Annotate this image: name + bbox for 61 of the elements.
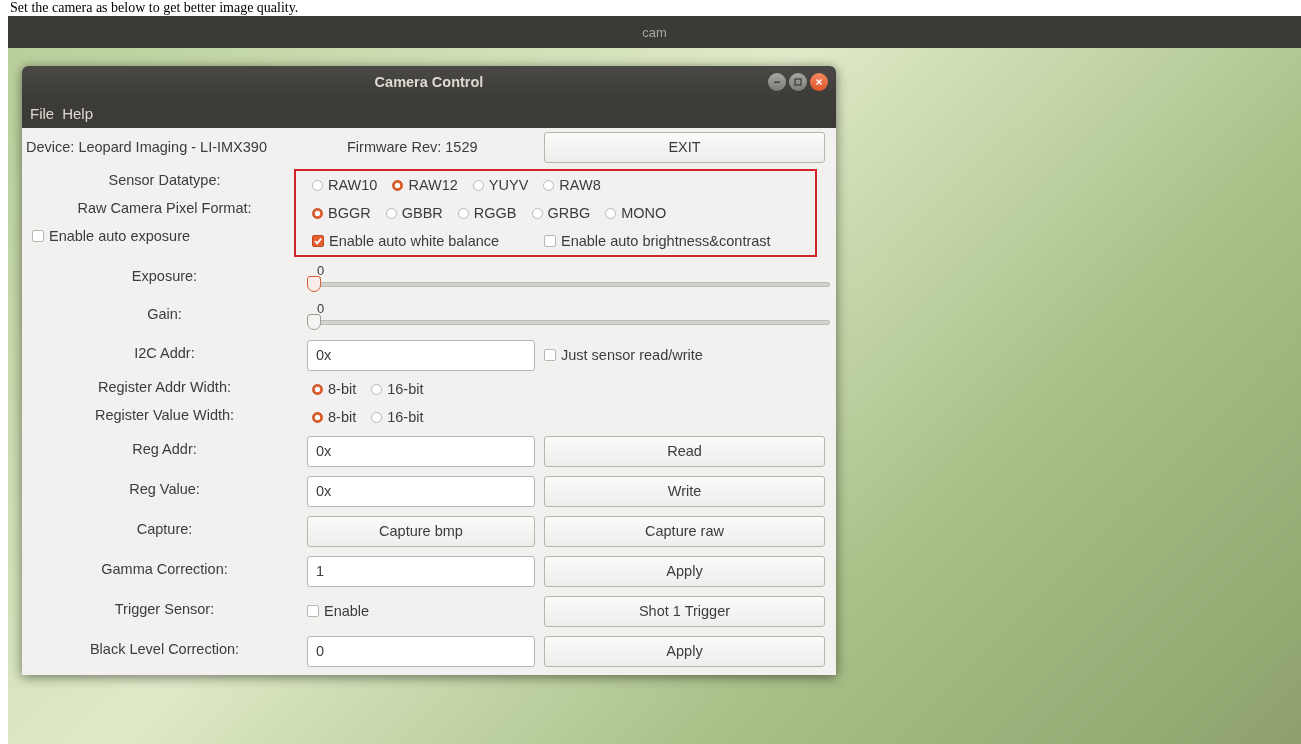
button[interactable]: Read <box>544 435 825 467</box>
radio-button[interactable]: RAW10 <box>312 177 378 193</box>
caption-text: Set the camera as below to get better image quality. <box>9 0 299 16</box>
field-label: Capture: <box>136 521 193 537</box>
input-field[interactable]: 0x <box>307 339 535 371</box>
button[interactable]: Shot 1 Trigger <box>544 595 825 627</box>
field-label: Sensor Datatype: <box>108 172 221 188</box>
radio-button[interactable]: RAW8 <box>543 177 601 193</box>
close-icon[interactable] <box>810 73 828 91</box>
slider-track[interactable] <box>307 313 830 330</box>
field-label: Register Value Width: <box>94 407 235 423</box>
window-title: cam <box>642 24 667 40</box>
maximize-icon[interactable] <box>789 73 807 91</box>
field-label: Trigger Sensor: <box>114 601 215 617</box>
slider-reading: 0 <box>317 262 325 278</box>
button[interactable]: Capture bmp <box>307 515 535 547</box>
input-field[interactable]: 1 <box>307 555 535 587</box>
slider-reading: 0 <box>317 300 325 316</box>
minimize-icon[interactable] <box>768 73 786 91</box>
button[interactable]: Write <box>544 475 825 507</box>
button[interactable]: Apply <box>544 555 825 587</box>
radio-button[interactable]: RGGB <box>457 205 517 221</box>
firmware-text: Firmware Rev: 1529 <box>346 139 479 155</box>
slider-thumb[interactable] <box>307 313 321 330</box>
radio-button[interactable]: 16-bit <box>371 381 424 397</box>
field-label: Exposure: <box>131 268 198 284</box>
field-label: Raw Camera Pixel Format: <box>77 200 252 216</box>
checkmark-icon <box>313 236 323 246</box>
checkbox[interactable]: Enable auto brightness&contrast <box>544 233 825 249</box>
checkbox[interactable]: Enable auto white balance <box>307 233 535 249</box>
field-label: Register Addr Width: <box>98 379 231 395</box>
checkbox[interactable]: Enable auto exposure <box>32 228 191 244</box>
checkbox[interactable]: Enable <box>307 603 535 619</box>
radio-button[interactable]: 8-bit <box>312 381 357 397</box>
menu-item[interactable]: Help <box>58 104 98 122</box>
field-label: I2C Addr: <box>134 345 195 361</box>
radio-button[interactable]: 16-bit <box>371 409 424 425</box>
field-label: Gamma Correction: <box>101 561 228 577</box>
field-label: Gain: <box>147 306 182 322</box>
button[interactable]: Capture raw <box>544 515 825 547</box>
radio-button[interactable]: GRBG <box>531 205 591 221</box>
field-label: Reg Addr: <box>132 441 197 457</box>
radio-button[interactable]: MONO <box>605 205 667 221</box>
slider-thumb[interactable] <box>307 275 321 292</box>
field-label: Black Level Correction: <box>89 641 240 657</box>
radio-button[interactable]: RAW12 <box>392 177 458 193</box>
radio-button[interactable]: 8-bit <box>312 409 357 425</box>
radio-button[interactable]: BGGR <box>312 205 371 221</box>
input-field[interactable]: 0x <box>307 475 535 507</box>
radio-button[interactable]: YUYV <box>472 177 529 193</box>
field-label: Reg Value: <box>129 481 200 497</box>
input-field[interactable]: 0 <box>307 635 535 667</box>
device-text: Device: Leopard Imaging - LI-IMX390 <box>25 139 268 155</box>
radio-button[interactable]: GBBR <box>385 205 443 221</box>
button[interactable]: Apply <box>544 635 825 667</box>
input-field[interactable]: 0x <box>307 435 535 467</box>
exit-button[interactable]: EXIT <box>544 131 825 163</box>
checkbox[interactable]: Just sensor read/write <box>544 347 825 363</box>
menu-item[interactable]: File <box>26 104 59 122</box>
dialog-title: Camera Control <box>374 74 484 90</box>
slider-track[interactable] <box>307 275 830 292</box>
